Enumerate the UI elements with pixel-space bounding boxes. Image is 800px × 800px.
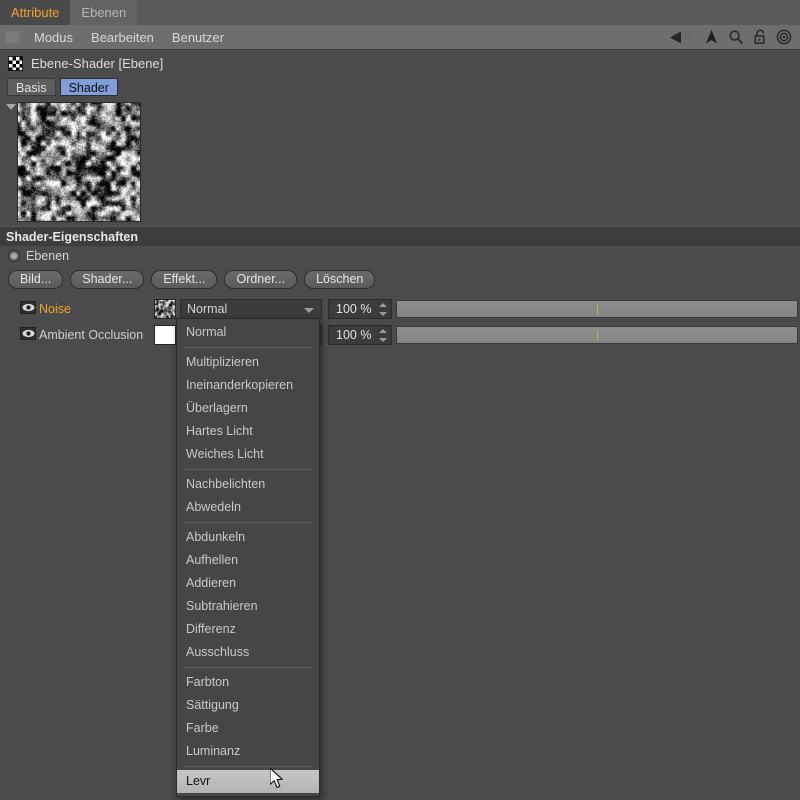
opacity-value-noise: 100 % <box>336 302 372 316</box>
menu-separator <box>183 347 313 348</box>
triangle-down-icon[interactable] <box>6 104 16 110</box>
menu-separator <box>183 766 313 767</box>
effekt-button[interactable]: Effekt... <box>151 270 218 289</box>
noise-swatch[interactable] <box>154 299 176 319</box>
dotted-grip-icon[interactable] <box>6 31 19 43</box>
chevron-down-icon <box>304 308 314 313</box>
table-row[interactable]: Noise Normal 100 % <box>0 296 800 322</box>
layer-list: Noise Normal 100 % Ambient Occlusion 100… <box>0 296 800 348</box>
menu-item-weiches-licht[interactable]: Weiches Licht <box>177 443 319 466</box>
menu-item-bearbeiten[interactable]: Bearbeiten <box>82 25 163 50</box>
page-title: Ebene-Shader [Ebene] <box>31 56 164 71</box>
menu-item-modus[interactable]: Modus <box>25 25 82 50</box>
lock-icon[interactable] <box>753 29 767 45</box>
menu-item-abwedeln[interactable]: Abwedeln <box>177 496 319 519</box>
spinner-updown-icon[interactable] <box>378 329 387 342</box>
menu-separator <box>183 522 313 523</box>
layer-name-noise[interactable]: Noise <box>39 302 71 316</box>
subtab-shader-label: Shader <box>68 81 109 95</box>
opacity-field-noise[interactable]: 100 % <box>328 299 392 319</box>
menu-item-abdunkeln[interactable]: Abdunkeln <box>177 526 319 549</box>
slider-tick-icon <box>597 331 598 340</box>
ebenen-label: Ebenen <box>26 249 70 263</box>
menu-separator <box>183 667 313 668</box>
menu-item-luminanz[interactable]: Luminanz <box>177 740 319 763</box>
spinner-updown-icon[interactable] <box>378 303 387 316</box>
object-subtabs: Basis Shader <box>7 78 118 96</box>
checker-shader-icon <box>8 56 23 71</box>
menu-item-addieren[interactable]: Addieren <box>177 572 319 595</box>
menu-item-levr[interactable]: Levr <box>177 770 319 793</box>
bild-button[interactable]: Bild... <box>8 270 64 289</box>
menu-item-nachbelichten[interactable]: Nachbelichten <box>177 473 319 496</box>
opacity-slider-noise[interactable] <box>396 300 798 318</box>
menu-item-aufhellen[interactable]: Aufhellen <box>177 549 319 572</box>
eye-icon[interactable] <box>20 327 36 340</box>
opacity-field-ambient-occlusion[interactable]: 100 % <box>328 325 392 345</box>
shader-button[interactable]: Shader... <box>70 270 145 289</box>
eye-icon[interactable] <box>20 301 36 314</box>
search-icon[interactable] <box>728 29 744 45</box>
menu-item-farbton[interactable]: Farbton <box>177 671 319 694</box>
menu-item-benutzer[interactable]: Benutzer <box>163 25 233 50</box>
shader-action-buttons: Bild... Shader... Effekt... Ordner... Lö… <box>8 270 376 289</box>
menu-item-differenz[interactable]: Differenz <box>177 618 319 641</box>
menu-item-hartes-licht[interactable]: Hartes Licht <box>177 420 319 443</box>
object-header: Ebene-Shader [Ebene] <box>0 50 800 77</box>
noise-preview-thumbnail[interactable] <box>17 102 141 222</box>
menu-item-multiplizieren[interactable]: Multiplizieren <box>177 351 319 374</box>
tab-attribute[interactable]: Attribute <box>0 0 71 25</box>
blend-mode-value-noise: Normal <box>187 302 228 316</box>
menu-item-s-ttigung[interactable]: Sättigung <box>177 694 319 717</box>
target-icon[interactable] <box>776 29 792 45</box>
menu-item-subtrahieren[interactable]: Subtrahieren <box>177 595 319 618</box>
menu-item-ausschluss[interactable]: Ausschluss <box>177 641 319 664</box>
slider-tick-icon <box>597 305 598 314</box>
menu-item-ineinanderkopieren[interactable]: Ineinanderkopieren <box>177 374 319 397</box>
section-header-shader-properties: Shader-Eigenschaften <box>0 226 800 246</box>
ordner-button[interactable]: Ordner... <box>224 270 298 289</box>
menu-separator <box>183 469 313 470</box>
tab-ebenen-label: Ebenen <box>81 5 127 20</box>
subtab-basis-label: Basis <box>16 81 47 95</box>
toolbar-icons <box>669 25 800 50</box>
loeschen-button[interactable]: Löschen <box>304 270 376 289</box>
section-header-label: Shader-Eigenschaften <box>6 229 138 244</box>
tab-attribute-label: Attribute <box>11 5 60 20</box>
back-arrow-icon[interactable] <box>669 30 695 45</box>
menu-item--berlagern[interactable]: Überlagern <box>177 397 319 420</box>
subtab-basis[interactable]: Basis <box>7 78 56 96</box>
attribute-manager-window: Attribute Ebenen Modus Bearbeiten Benutz… <box>0 0 800 800</box>
radio-filled-icon[interactable] <box>8 250 20 262</box>
blend-mode-select-noise[interactable]: Normal <box>180 299 322 319</box>
tab-strip: Attribute Ebenen <box>0 0 800 25</box>
preview-row <box>0 100 800 224</box>
up-arrow-icon[interactable] <box>704 29 719 45</box>
menu-item-normal[interactable]: Normal <box>177 321 319 344</box>
blend-mode-dropdown-menu[interactable]: Normal Multiplizieren Ineinanderkopieren Üb… <box>176 318 320 797</box>
tab-ebenen[interactable]: Ebenen <box>70 0 138 25</box>
menu-bar: Modus Bearbeiten Benutzer <box>0 25 800 50</box>
subtab-shader[interactable]: Shader <box>59 78 118 96</box>
opacity-slider-ambient-occlusion[interactable] <box>396 326 798 344</box>
ebenen-toggle-row[interactable]: Ebenen <box>8 249 69 263</box>
layer-name-ambient-occlusion[interactable]: Ambient Occlusion <box>39 328 143 342</box>
table-row[interactable]: Ambient Occlusion Normal 100 % <box>0 322 800 348</box>
opacity-value-ambient-occlusion: 100 % <box>336 328 372 342</box>
white-swatch[interactable] <box>154 325 176 345</box>
menu-item-farbe[interactable]: Farbe <box>177 717 319 740</box>
